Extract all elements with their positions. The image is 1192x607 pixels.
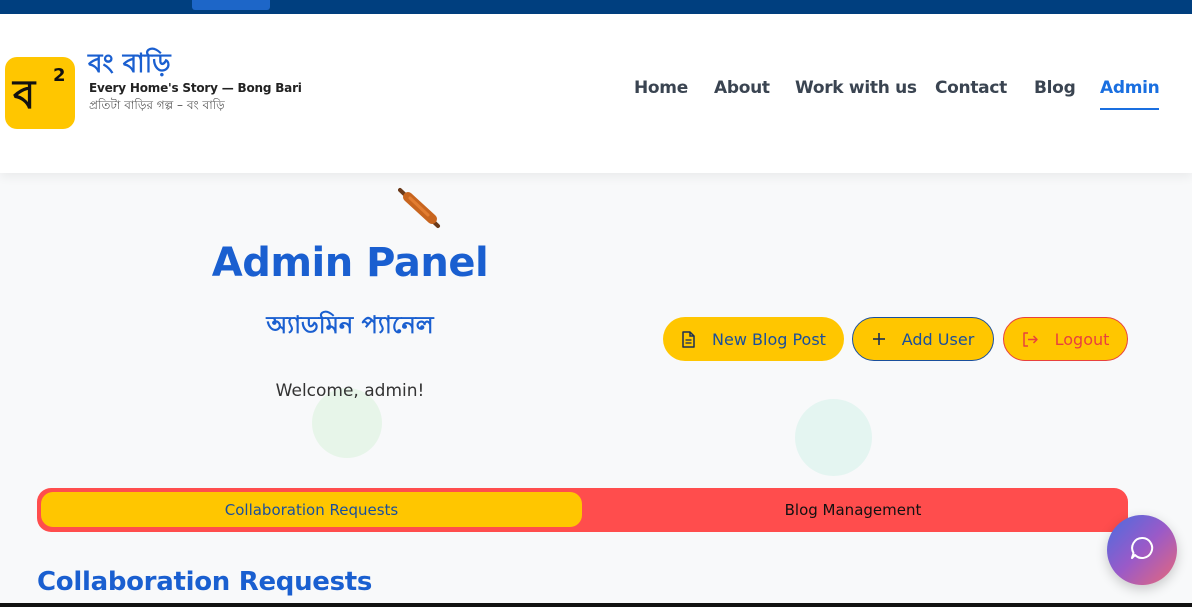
document-icon (681, 330, 696, 348)
decor-bubble (795, 399, 872, 476)
bottom-edge (0, 603, 1192, 607)
rolling-pin-icon (398, 186, 442, 230)
logout-button[interactable]: Logout (1003, 317, 1128, 361)
nav-blog[interactable]: Blog (1034, 78, 1076, 98)
top-bar-pill[interactable] (192, 0, 270, 10)
chat-bubble-icon (1129, 535, 1155, 565)
main-nav: Home About Work with us Contact Blog Adm… (0, 78, 1192, 110)
nav-about[interactable]: About (714, 78, 770, 98)
plus-icon (872, 332, 886, 346)
add-user-label: Add User (901, 329, 975, 349)
chat-button[interactable] (1107, 515, 1177, 585)
nav-admin[interactable]: Admin (1100, 78, 1160, 110)
nav-contact[interactable]: Contact (935, 78, 1007, 98)
section-title: Collaboration Requests (37, 567, 373, 597)
logout-icon (1022, 331, 1039, 347)
welcome-message: Welcome, admin! (275, 381, 425, 401)
tab-collaboration-requests[interactable]: Collaboration Requests (41, 492, 582, 527)
nav-home[interactable]: Home (634, 78, 688, 98)
page-title: Admin Panel (211, 240, 489, 286)
page-subtitle-bn: অ্যাডমিন প্যানেল (266, 311, 434, 339)
new-blog-post-label: New Blog Post (712, 329, 826, 349)
logout-label: Logout (1054, 329, 1110, 349)
site-header: ব 2 বং বাড়ি Every Home's Story — Bong B… (0, 14, 1192, 173)
admin-tabs: Collaboration Requests Blog Management (37, 488, 1128, 532)
tab-blog-management[interactable]: Blog Management (582, 492, 1124, 527)
top-utility-bar (0, 0, 1192, 14)
new-blog-post-button[interactable]: New Blog Post (663, 317, 844, 361)
nav-work-with-us[interactable]: Work with us (795, 78, 917, 98)
add-user-button[interactable]: Add User (852, 317, 994, 361)
